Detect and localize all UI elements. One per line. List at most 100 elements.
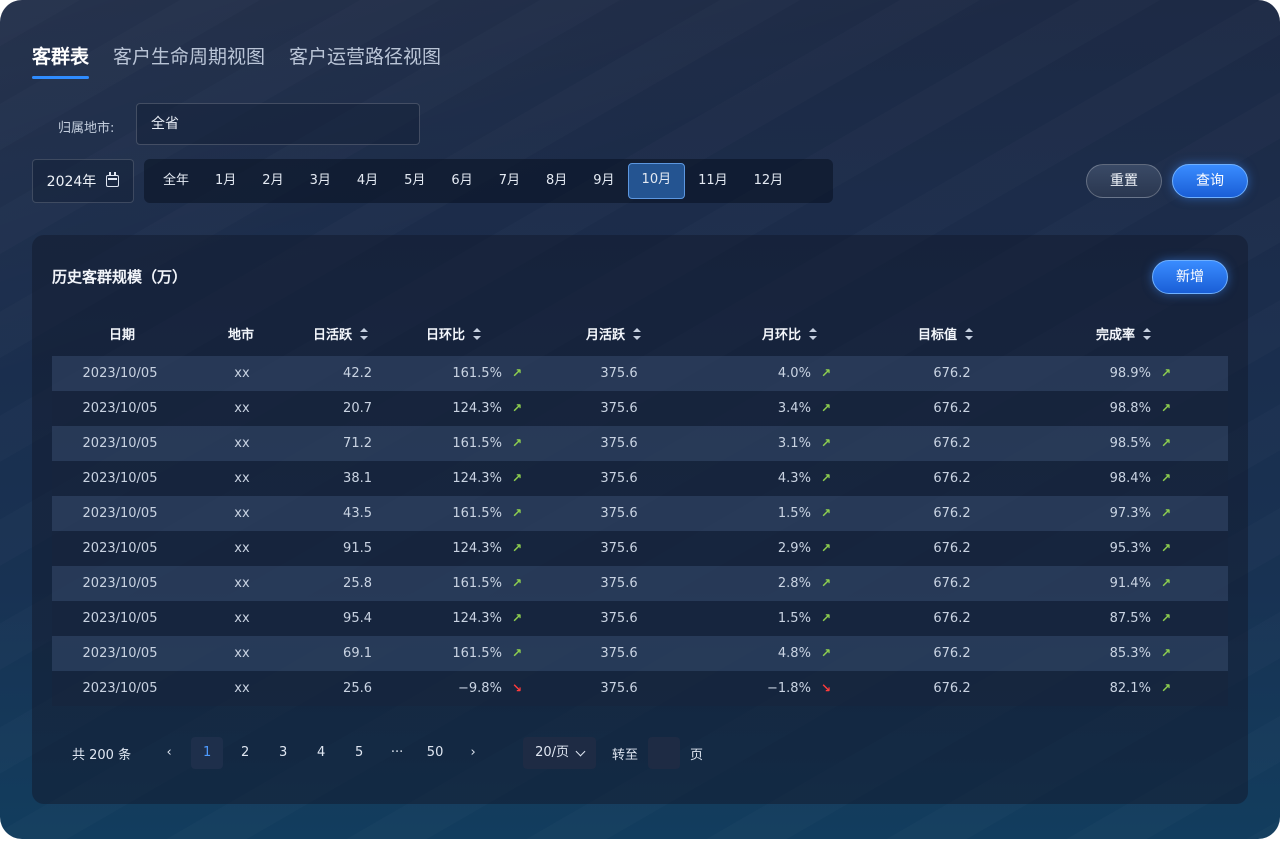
cell-value: 375.6 (600, 611, 638, 626)
prev-page-button[interactable]: ‹ (153, 737, 185, 769)
arrow-up-right-icon: ↗ (820, 541, 831, 555)
arrow-up-right-icon: ↗ (820, 401, 831, 415)
cell-value: 375.6 (600, 646, 638, 661)
month-option[interactable]: 1月 (202, 164, 249, 198)
target-cell: 676.2 (933, 566, 970, 601)
cell-value: 124.3% (452, 541, 502, 556)
arrow-up-right-icon: ↗ (1160, 506, 1171, 520)
sort-icon[interactable] (473, 328, 482, 340)
month-option[interactable]: 全年 (150, 164, 202, 198)
page-size-select[interactable]: 20/页 (523, 737, 597, 769)
header-label: 日活跃 (313, 328, 353, 343)
month-option[interactable]: 2月 (249, 164, 296, 198)
cell-value: 375.6 (600, 681, 638, 696)
reset-button[interactable]: 重置 (1086, 164, 1162, 198)
month-option[interactable]: 9月 (580, 164, 627, 198)
chevron-down-icon (575, 746, 586, 756)
rate-cell: 95.3% ↗ (1110, 531, 1171, 566)
rate-cell: 98.9% ↗ (1110, 356, 1171, 391)
target-cell: 676.2 (933, 496, 970, 531)
goto-unit: 页 (690, 747, 704, 763)
cell-value: 2023/10/05 (82, 681, 158, 696)
pagination: 共 200 条 ‹ 1 2 3 4 5 ··· 50 › 20/页 转至 页 (72, 737, 703, 769)
dod-cell: −9.8% ↘ (458, 671, 522, 706)
cell-value: 42.2 (343, 366, 372, 381)
total-count: 共 200 条 (72, 747, 132, 763)
sort-icon[interactable] (1143, 328, 1152, 340)
month-option[interactable]: 3月 (297, 164, 344, 198)
month-option[interactable]: 12月 (741, 164, 797, 198)
page-button[interactable]: 4 (305, 737, 337, 769)
mau-cell: 375.6 (600, 356, 637, 391)
city-cell: xx (234, 601, 249, 636)
page-size-value: 20/页 (535, 745, 570, 760)
mau-header[interactable]: 月活跃 (586, 318, 642, 353)
page-button[interactable]: 1 (191, 737, 224, 769)
history-scale-card: 历史客群规模（万） 新增 日期 地市 日活跃 日环比 月活跃 月环比 目标值 完成率 2023… (32, 235, 1248, 804)
cell-value: 375.6 (600, 366, 638, 381)
cell-value: 2023/10/05 (82, 506, 158, 521)
goto-page-input[interactable] (648, 737, 681, 769)
rate-header[interactable]: 完成率 (1096, 318, 1152, 353)
cell-value: 676.2 (933, 611, 971, 626)
header-label: 完成率 (1096, 328, 1136, 343)
cell-value: 71.2 (343, 436, 372, 451)
add-button[interactable]: 新增 (1152, 260, 1228, 294)
cell-value: 95.4 (343, 611, 372, 626)
mau-cell: 375.6 (600, 566, 637, 601)
cell-value: 676.2 (933, 681, 971, 696)
month-option[interactable]: 11月 (685, 164, 741, 198)
target-cell: 676.2 (933, 601, 970, 636)
cell-value: 676.2 (933, 471, 971, 486)
month-option[interactable]: 7月 (486, 164, 533, 198)
date-cell: 2023/10/05 (83, 391, 158, 426)
sort-icon[interactable] (809, 328, 818, 340)
query-button[interactable]: 查询 (1172, 164, 1248, 198)
cell-value: 25.8 (343, 576, 372, 591)
cell-value: 375.6 (600, 506, 638, 521)
sort-icon[interactable] (965, 328, 974, 340)
cell-value: 375.6 (600, 436, 638, 451)
dau-header[interactable]: 日活跃 (313, 318, 369, 353)
arrow-up-right-icon: ↗ (511, 541, 522, 555)
city-select[interactable]: 全省 (136, 103, 420, 145)
mom-header[interactable]: 月环比 (762, 318, 818, 353)
page-button[interactable]: 3 (267, 737, 299, 769)
mom-cell: −1.8% ↘ (767, 671, 831, 706)
arrow-up-right-icon: ↗ (1160, 611, 1171, 625)
tab-customer-operation-path-view[interactable]: 客户运营路径视图 (289, 42, 441, 79)
page-ellipsis[interactable]: ··· (381, 737, 413, 769)
arrow-up-right-icon: ↗ (511, 576, 522, 590)
tab-customer-lifecycle-view[interactable]: 客户生命周期视图 (113, 42, 265, 79)
month-option[interactable]: 4月 (344, 164, 391, 198)
cell-value: 124.3% (452, 401, 502, 416)
mom-cell: 3.1% ↗ (778, 426, 831, 461)
month-option[interactable]: 5月 (391, 164, 438, 198)
tab-customer-group-table[interactable]: 客群表 (32, 42, 90, 79)
target-header[interactable]: 目标值 (918, 318, 974, 353)
city-header: 地市 (228, 318, 254, 353)
page-button[interactable]: 2 (229, 737, 261, 769)
cell-value: 97.3% (1109, 506, 1151, 521)
target-cell: 676.2 (933, 461, 970, 496)
cell-value: xx (234, 681, 250, 696)
sort-icon[interactable] (360, 328, 369, 340)
dau-cell: 91.5 (343, 531, 372, 566)
month-option[interactable]: 10月 (627, 163, 686, 199)
next-page-button[interactable]: › (457, 737, 489, 769)
view-tabs: 客群表 客户生命周期视图 客户运营路径视图 (32, 42, 441, 79)
city-filter-label: 归属地市: (58, 121, 115, 136)
month-option[interactable]: 8月 (533, 164, 580, 198)
cell-value: 2023/10/05 (82, 576, 158, 591)
page-button[interactable]: 5 (343, 737, 375, 769)
page-button[interactable]: 50 (419, 737, 451, 769)
date-cell: 2023/10/05 (83, 531, 158, 566)
dod-header[interactable]: 日环比 (426, 318, 482, 353)
month-option[interactable]: 6月 (438, 164, 485, 198)
dod-cell: 124.3% ↗ (452, 391, 522, 426)
cell-value: 38.1 (343, 471, 372, 486)
year-picker[interactable]: 2024年 (32, 159, 134, 203)
sort-icon[interactable] (633, 328, 642, 340)
dau-cell: 69.1 (343, 636, 372, 671)
dod-cell: 124.3% ↗ (452, 601, 522, 636)
